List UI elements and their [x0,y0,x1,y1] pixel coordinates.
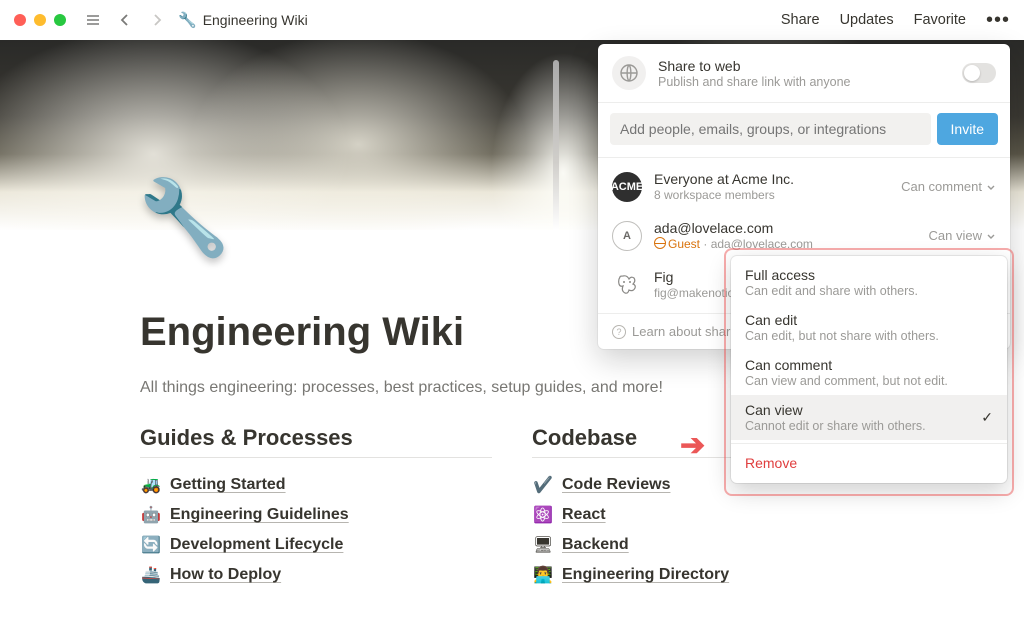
breadcrumb[interactable]: 🔧 Engineering Wiki [178,11,771,29]
invite-row: Invite [598,103,1010,158]
emoji-icon: 👨‍💻 [532,565,554,585]
perm-option-can-comment[interactable]: Can commentCan view and comment, but not… [731,350,1007,395]
maximize-window[interactable] [54,14,66,26]
link-label: How to Deploy [170,566,281,584]
chevron-down-icon [986,231,996,241]
updates-button[interactable]: Updates [840,12,894,28]
entry-sub: Guest · ada@lovelace.com [654,237,917,251]
favorite-button[interactable]: Favorite [914,12,966,28]
more-menu-icon[interactable]: ••• [986,10,1010,30]
traffic-lights [14,14,66,26]
help-icon: ? [612,325,626,339]
link-label: Engineering Guidelines [170,506,349,524]
forward-icon [146,9,168,31]
avatar: A [612,221,642,251]
entry-sub: 8 workspace members [654,188,889,202]
app-icon [612,270,642,300]
link-label: Engineering Directory [562,566,729,584]
chevron-down-icon [986,182,996,192]
invite-input[interactable] [610,113,931,145]
emoji-icon: 🔄 [140,535,162,555]
list-item[interactable]: 🖥 Backend [532,530,884,560]
list-item[interactable]: ⚛️ React [532,500,884,530]
wrench-icon: 🔧 [178,11,197,29]
list-item[interactable]: 🤖 Engineering Guidelines [140,500,492,530]
link-label: Code Reviews [562,476,670,494]
perm-remove[interactable]: Remove [731,447,1007,479]
page-icon-wrench[interactable]: 🔧 [138,175,230,262]
perm-option-can-edit[interactable]: Can editCan edit, but not share with oth… [731,305,1007,350]
list-item[interactable]: 🔄 Development Lifecycle [140,530,492,560]
page-title-breadcrumb: Engineering Wiki [203,12,308,28]
permission-dropdown[interactable]: Can comment [901,179,996,194]
share-to-web-row: Share to web Publish and share link with… [598,44,1010,103]
link-label: React [562,506,606,524]
globe-icon [612,56,646,90]
emoji-icon: ⚛️ [532,505,554,525]
emoji-icon: ✔️ [532,475,554,495]
globe-small-icon [654,237,666,249]
divider [731,443,1007,444]
perm-option-full-access[interactable]: Full accessCan edit and share with other… [731,260,1007,305]
share-web-subtitle: Publish and share link with anyone [658,75,950,89]
entry-name: Everyone at Acme Inc. [654,171,889,187]
close-window[interactable] [14,14,26,26]
share-button[interactable]: Share [781,12,820,28]
avatar: ACME [612,172,642,202]
check-icon: ✓ [981,409,993,426]
share-entry-ada: A ada@lovelace.com Guest · ada@lovelace.… [598,211,1010,260]
share-entry-acme: ACME Everyone at Acme Inc. 8 workspace m… [598,162,1010,211]
emoji-icon: 🚜 [140,475,162,495]
emoji-icon: 🤖 [140,505,162,525]
list-item[interactable]: 🚜 Getting Started [140,470,492,500]
minimize-window[interactable] [34,14,46,26]
divider [140,457,492,458]
entry-name: ada@lovelace.com [654,220,917,236]
share-web-toggle[interactable] [962,63,996,83]
hamburger-icon[interactable] [82,9,104,31]
perm-option-can-view[interactable]: Can viewCannot edit or share with others… [731,395,1007,440]
emoji-icon: 🖥 [532,535,554,555]
list-item[interactable]: 🚢 How to Deploy [140,560,492,590]
link-label: Development Lifecycle [170,536,343,554]
invite-button[interactable]: Invite [937,113,998,145]
back-icon[interactable] [114,9,136,31]
column-guides: Guides & Processes 🚜 Getting Started 🤖 Eng… [140,425,492,590]
emoji-icon: 🚢 [140,565,162,585]
list-item[interactable]: 👨‍💻 Engineering Directory [532,560,884,590]
heading-guides: Guides & Processes [140,425,492,451]
rocket-silhouette [553,60,559,230]
permission-dropdown[interactable]: Can view [929,228,996,243]
window-chrome: 🔧 Engineering Wiki Share Updates Favorit… [0,0,1024,40]
share-web-title: Share to web [658,58,950,74]
permission-menu: Full accessCan edit and share with other… [731,256,1007,483]
link-label: Getting Started [170,476,286,494]
link-label: Backend [562,536,629,554]
